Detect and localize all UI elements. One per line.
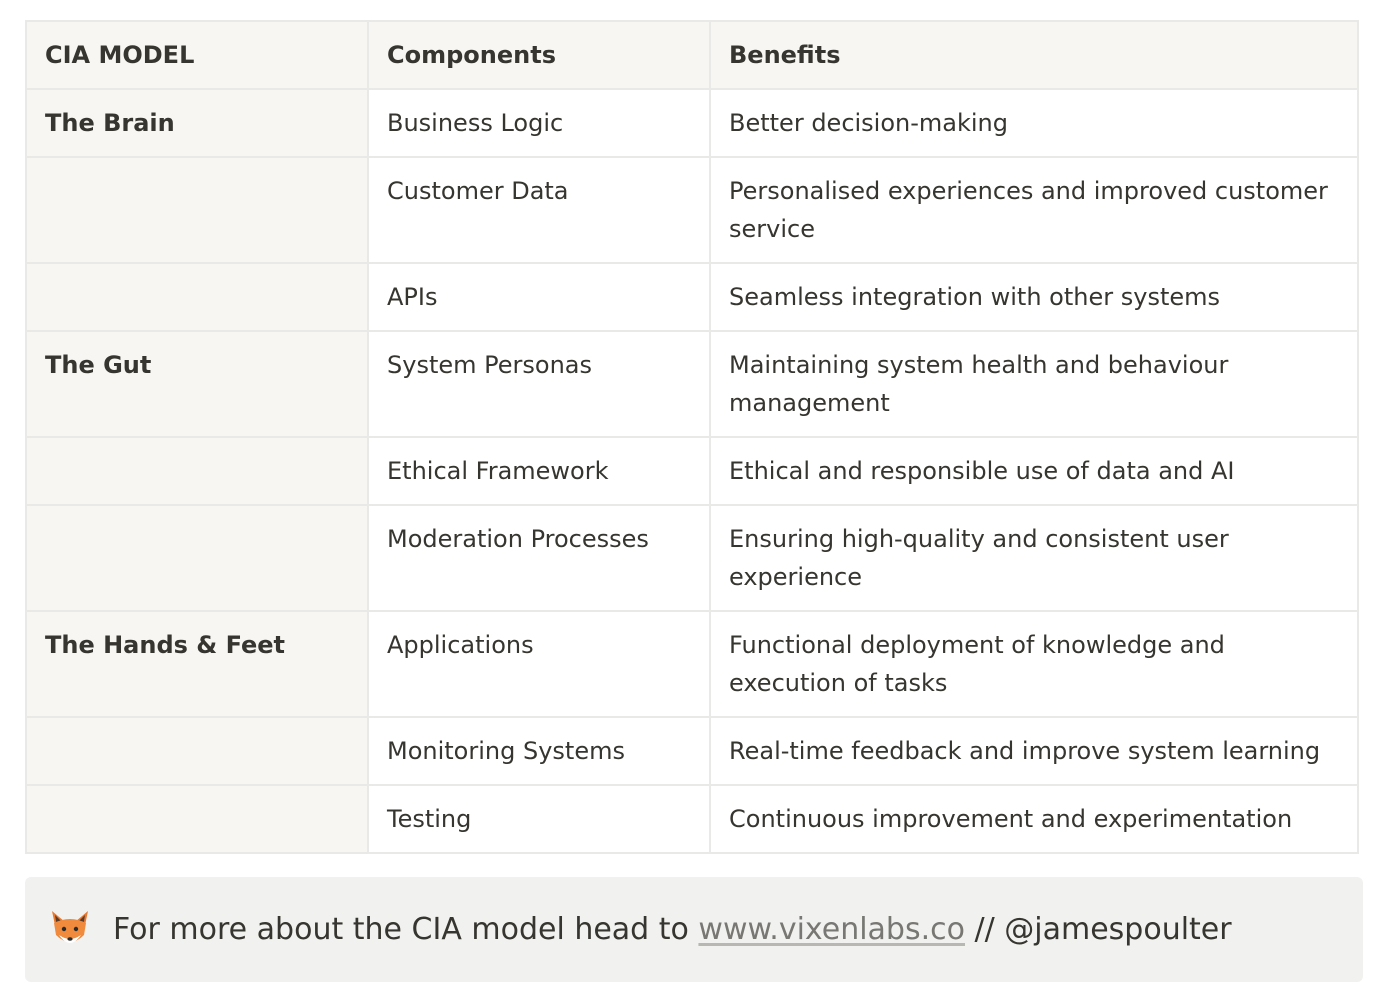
header-cia-model: CIA MODEL <box>25 20 369 90</box>
model-cell <box>25 436 369 506</box>
header-benefits: Benefits <box>709 20 1359 90</box>
component-cell: Testing <box>367 784 711 854</box>
callout-suffix: // @jamespoulter <box>964 912 1232 947</box>
benefit-cell: Continuous improvement and experimentati… <box>709 784 1359 854</box>
table-row: The Hands & Feet Applications Functional… <box>25 610 1359 718</box>
callout-prefix: For more about the CIA model head to <box>113 912 699 947</box>
benefit-cell: Maintaining system health and behaviour … <box>709 330 1359 438</box>
component-cell: Applications <box>367 610 711 718</box>
model-cell <box>25 716 369 786</box>
table-row: Testing Continuous improvement and exper… <box>25 784 1359 854</box>
benefit-cell: Functional deployment of knowledge and e… <box>709 610 1359 718</box>
table-row: The Brain Business Logic Better decision… <box>25 88 1359 158</box>
model-cell: The Hands & Feet <box>25 610 369 718</box>
table-row: APIs Seamless integration with other sys… <box>25 262 1359 332</box>
component-cell: System Personas <box>367 330 711 438</box>
benefit-cell: Personalised experiences and improved cu… <box>709 156 1359 264</box>
benefit-cell: Ensuring high-quality and consistent use… <box>709 504 1359 612</box>
benefit-cell: Real-time feedback and improve system le… <box>709 716 1359 786</box>
table-row: Monitoring Systems Real-time feedback an… <box>25 716 1359 786</box>
header-components: Components <box>367 20 711 90</box>
table-row: Ethical Framework Ethical and responsibl… <box>25 436 1359 506</box>
cia-model-table: CIA MODEL Components Benefits The Brain … <box>25 20 1359 854</box>
component-cell: Ethical Framework <box>367 436 711 506</box>
model-cell: The Gut <box>25 330 369 438</box>
callout-box: For more about the CIA model head to www… <box>25 877 1363 982</box>
benefit-cell: Seamless integration with other systems <box>709 262 1359 332</box>
callout-text: For more about the CIA model head to www… <box>113 912 1232 947</box>
fox-icon <box>49 909 91 951</box>
component-cell: Business Logic <box>367 88 711 158</box>
benefit-cell: Better decision-making <box>709 88 1359 158</box>
component-cell: Monitoring Systems <box>367 716 711 786</box>
table-header-row: CIA MODEL Components Benefits <box>25 20 1359 90</box>
table-row: Customer Data Personalised experiences a… <box>25 156 1359 264</box>
model-cell <box>25 504 369 612</box>
model-cell: The Brain <box>25 88 369 158</box>
component-cell: Customer Data <box>367 156 711 264</box>
table-row: The Gut System Personas Maintaining syst… <box>25 330 1359 438</box>
vixenlabs-link[interactable]: www.vixenlabs.co <box>698 912 965 947</box>
model-cell <box>25 784 369 854</box>
table-row: Moderation Processes Ensuring high-quali… <box>25 504 1359 612</box>
component-cell: Moderation Processes <box>367 504 711 612</box>
benefit-cell: Ethical and responsible use of data and … <box>709 436 1359 506</box>
model-cell <box>25 156 369 264</box>
model-cell <box>25 262 369 332</box>
component-cell: APIs <box>367 262 711 332</box>
